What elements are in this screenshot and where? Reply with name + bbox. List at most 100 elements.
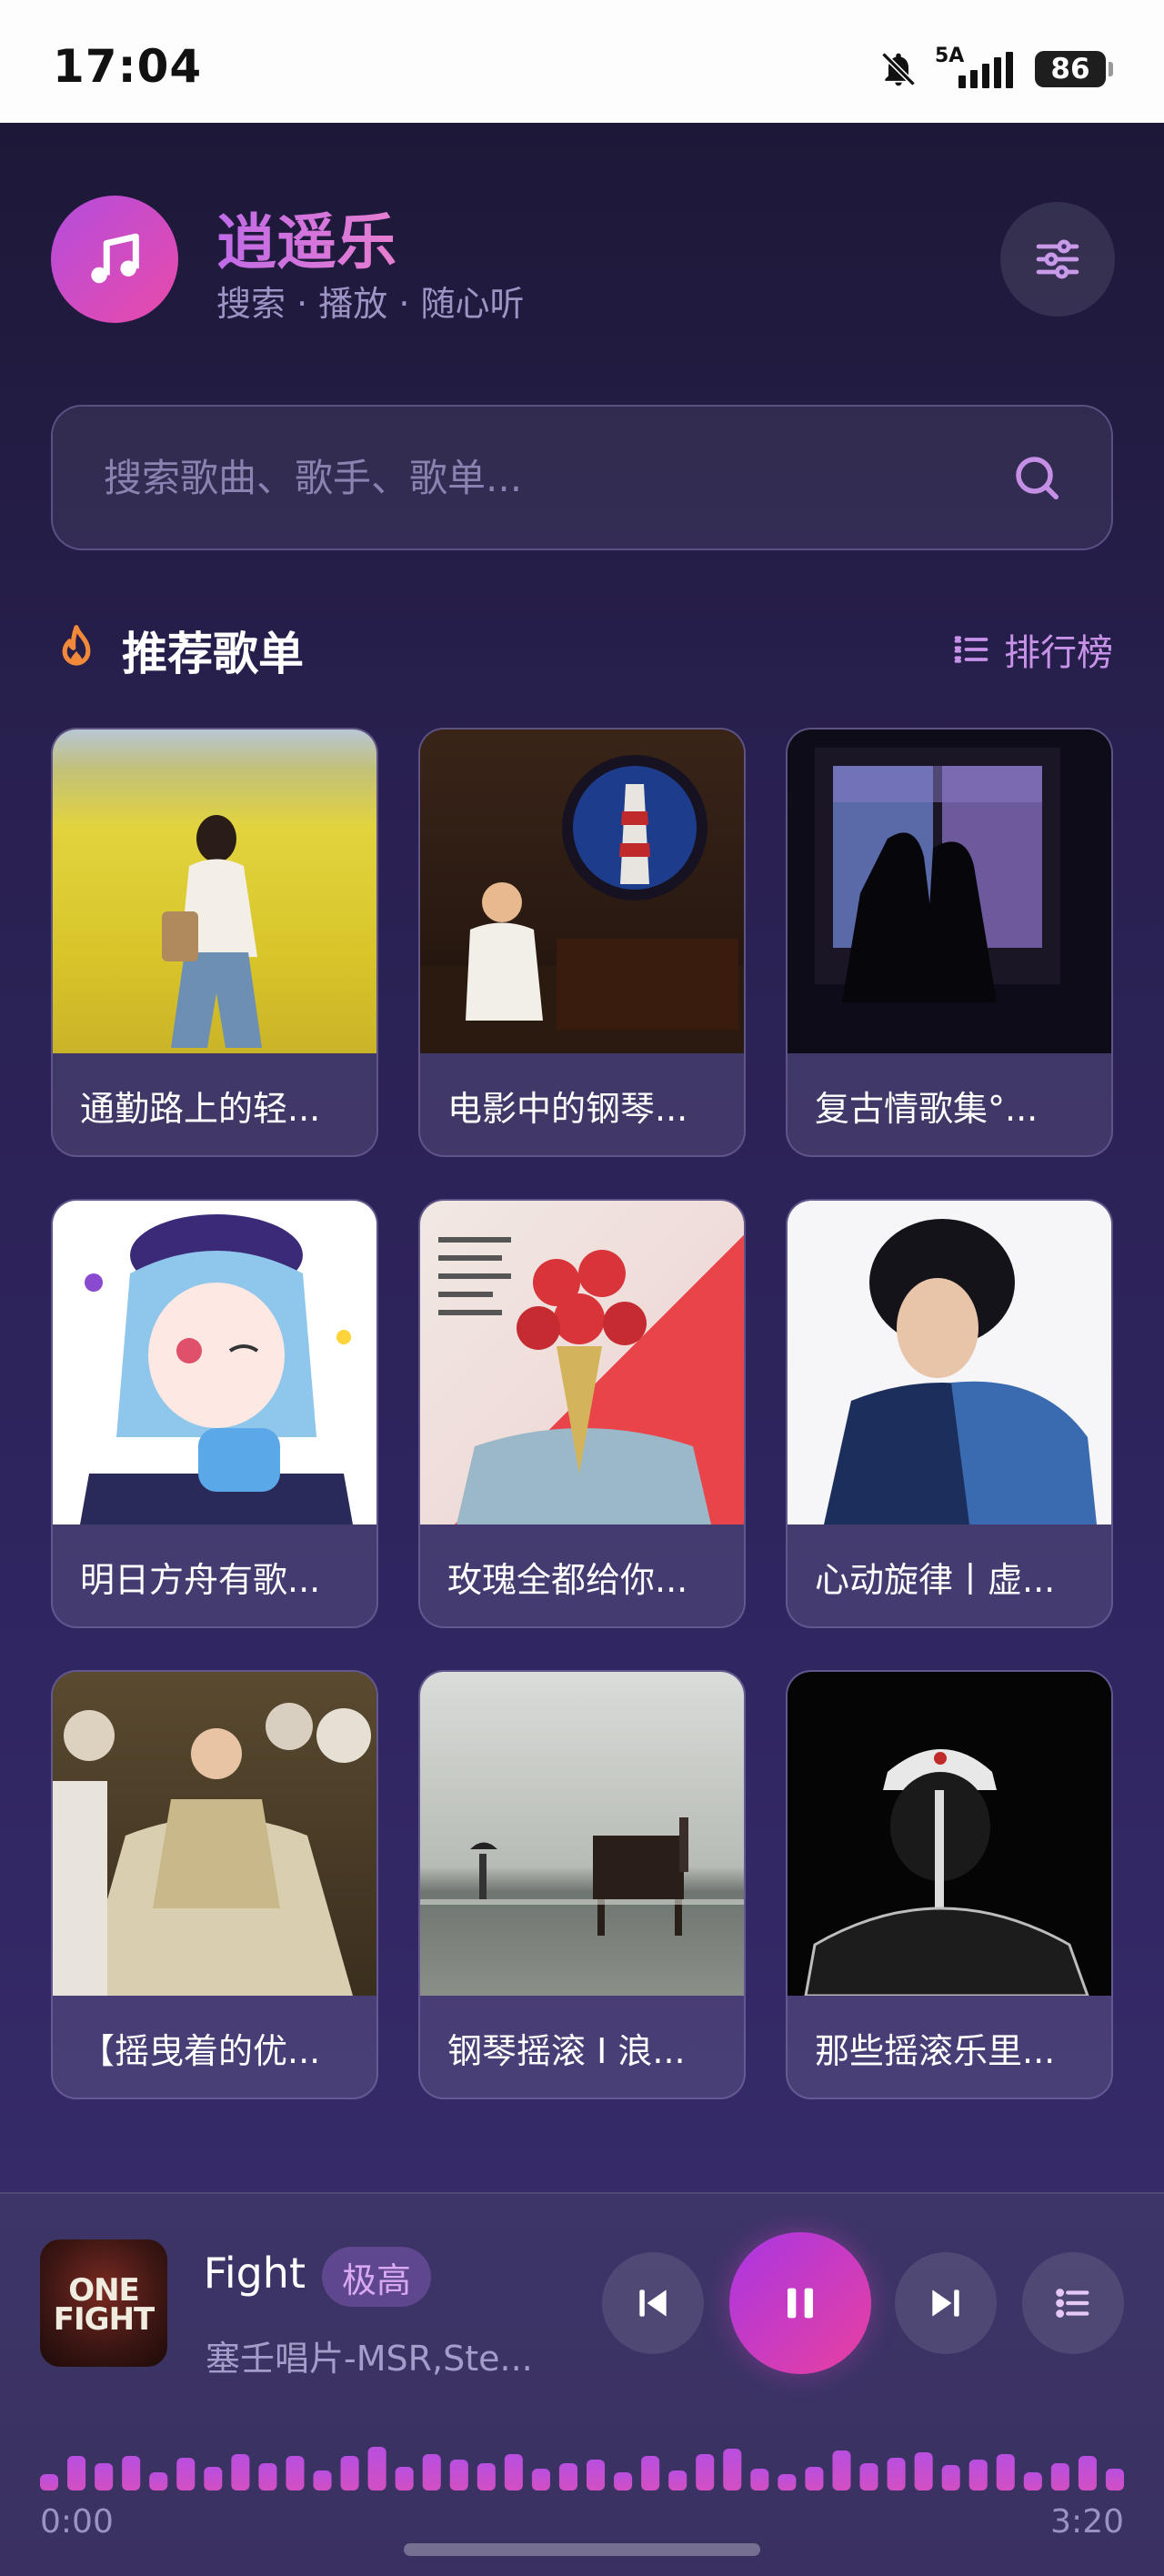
playlist-cover-image <box>420 1672 744 1996</box>
search-bar <box>51 405 1113 550</box>
quality-badge[interactable]: 极高 <box>322 2247 432 2307</box>
app-logo <box>51 196 178 323</box>
waveform-bar <box>778 2474 797 2490</box>
waveform-bar <box>614 2472 633 2490</box>
track-title: Fight <box>206 2249 306 2298</box>
waveform-bar <box>286 2456 305 2490</box>
skip-previous-icon <box>639 2289 667 2317</box>
playlist-title: 电影中的钢琴... <box>447 1088 688 1129</box>
waveform-bar <box>668 2470 687 2490</box>
playlist-cover-image <box>788 1672 1111 1996</box>
next-button[interactable] <box>895 2252 997 2354</box>
search-icon[interactable] <box>1009 450 1064 508</box>
track-artist: 塞壬唱片-MSR,Ste... <box>206 2339 533 2379</box>
playlist-title: 心动旋律丨虚... <box>815 1559 1056 1600</box>
album-art[interactable]: ONE FIGHT <box>40 2239 167 2367</box>
app-main: 逍遥乐 搜索 · 播放 · 随心听 推荐歌单 排行榜 通勤路上的轻... <box>0 123 1164 2576</box>
pause-icon <box>788 2288 813 2319</box>
sliders-icon <box>1036 239 1079 279</box>
waveform-bar <box>67 2456 86 2490</box>
waveform-bar <box>95 2463 114 2490</box>
waveform-bar <box>204 2467 223 2490</box>
list-ordered-icon <box>954 636 988 663</box>
waveform-bar <box>832 2450 851 2490</box>
home-indicator[interactable] <box>404 2543 760 2556</box>
app-subtitle: 搜索 · 播放 · 随心听 <box>216 284 525 324</box>
waveform-bar <box>231 2454 250 2490</box>
waveform-bar <box>941 2465 960 2490</box>
waveform-bar <box>723 2449 742 2490</box>
playlist-grid: 通勤路上的轻... 电影中的钢琴... 复古情歌集°... 明日方舟有歌... … <box>51 728 1113 2099</box>
waveform-bar <box>340 2456 359 2490</box>
waveform-bar <box>887 2458 906 2490</box>
playlist-title: 复古情歌集°... <box>815 1088 1039 1129</box>
waveform-bar <box>504 2454 523 2490</box>
queue-list-icon <box>1056 2289 1089 2318</box>
waveform-bar <box>968 2460 988 2490</box>
playlist-card[interactable]: 玫瑰全都给你... <box>418 1199 746 1628</box>
playlist-card[interactable]: 明日方舟有歌... <box>51 1199 378 1628</box>
pause-button[interactable] <box>729 2232 871 2374</box>
waveform-bar <box>122 2456 141 2490</box>
waveform-bar <box>859 2463 878 2490</box>
playlist-cover-image <box>53 730 376 1053</box>
playlist-card[interactable]: 电影中的钢琴... <box>418 728 746 1157</box>
fire-icon <box>51 621 102 679</box>
previous-button[interactable] <box>602 2252 704 2354</box>
playlist-cover-image <box>53 1672 376 1996</box>
playlist-card[interactable]: 钢琴摇滚 I 浪... <box>418 1670 746 2099</box>
playlist-card[interactable]: 那些摇滚乐里... <box>786 1670 1113 2099</box>
current-time: 0:00 <box>40 2503 114 2541</box>
waveform-bar <box>477 2463 496 2490</box>
waveform-bar <box>696 2454 715 2490</box>
audio-waveform-progress[interactable] <box>40 2436 1124 2490</box>
album-art-text: ONE FIGHT <box>53 2272 155 2338</box>
waveform-bar <box>1050 2463 1069 2490</box>
waveform-bar <box>750 2469 769 2490</box>
cellular-signal-icon: 5A <box>935 46 1018 92</box>
status-bar: 17:04 5A 86 <box>0 0 1164 123</box>
playlist-cover-image <box>788 1201 1111 1524</box>
playlist-card[interactable]: 【摇曳着的优... <box>51 1670 378 2099</box>
bell-off-icon <box>878 49 918 89</box>
playlist-title: 那些摇滚乐里... <box>815 2030 1056 2071</box>
playlist-title: 通勤路上的轻... <box>80 1088 321 1129</box>
waveform-bar <box>367 2447 386 2490</box>
playlist-title: 【摇曳着的优... <box>80 2030 321 2071</box>
waveform-bar <box>558 2463 577 2490</box>
battery-icon: 86 <box>1035 51 1113 87</box>
total-time: 3:20 <box>1050 2503 1124 2541</box>
waveform-bar <box>176 2458 196 2490</box>
playlist-queue-button[interactable] <box>1022 2252 1124 2354</box>
playlist-cover-image <box>420 1201 744 1524</box>
status-time: 17:04 <box>53 40 203 93</box>
music-note-icon <box>91 233 139 284</box>
section-title: 推荐歌单 <box>122 628 304 680</box>
ranking-link[interactable]: 排行榜 <box>951 623 1113 676</box>
playlist-title: 明日方舟有歌... <box>80 1559 321 1600</box>
search-input[interactable] <box>104 407 977 548</box>
waveform-bar <box>805 2467 824 2490</box>
battery-level: 86 <box>1035 51 1106 87</box>
signal-bars <box>958 52 1013 88</box>
waveform-bar <box>641 2456 660 2490</box>
playlist-title: 钢琴摇滚 I 浪... <box>447 2030 686 2071</box>
playlist-cover-image <box>788 730 1111 1053</box>
app-title: 逍遥乐 <box>216 194 396 281</box>
waveform-bar <box>258 2463 277 2490</box>
waveform-bar <box>422 2454 441 2490</box>
settings-button[interactable] <box>1000 202 1115 317</box>
playlist-card[interactable]: 通勤路上的轻... <box>51 728 378 1157</box>
waveform-bar <box>531 2469 550 2490</box>
waveform-bar <box>1078 2456 1097 2490</box>
waveform-bar <box>996 2454 1015 2490</box>
ranking-label: 排行榜 <box>1004 632 1113 674</box>
waveform-bar <box>395 2467 414 2490</box>
playlist-card[interactable]: 复古情歌集°... <box>786 728 1113 1157</box>
waveform-bar <box>1023 2472 1042 2490</box>
waveform-bar <box>149 2472 168 2490</box>
waveform-bar <box>40 2474 59 2490</box>
playlist-title: 玫瑰全都给你... <box>447 1559 688 1600</box>
playlist-card[interactable]: 心动旋律丨虚... <box>786 1199 1113 1628</box>
playlist-cover-image <box>53 1201 376 1524</box>
